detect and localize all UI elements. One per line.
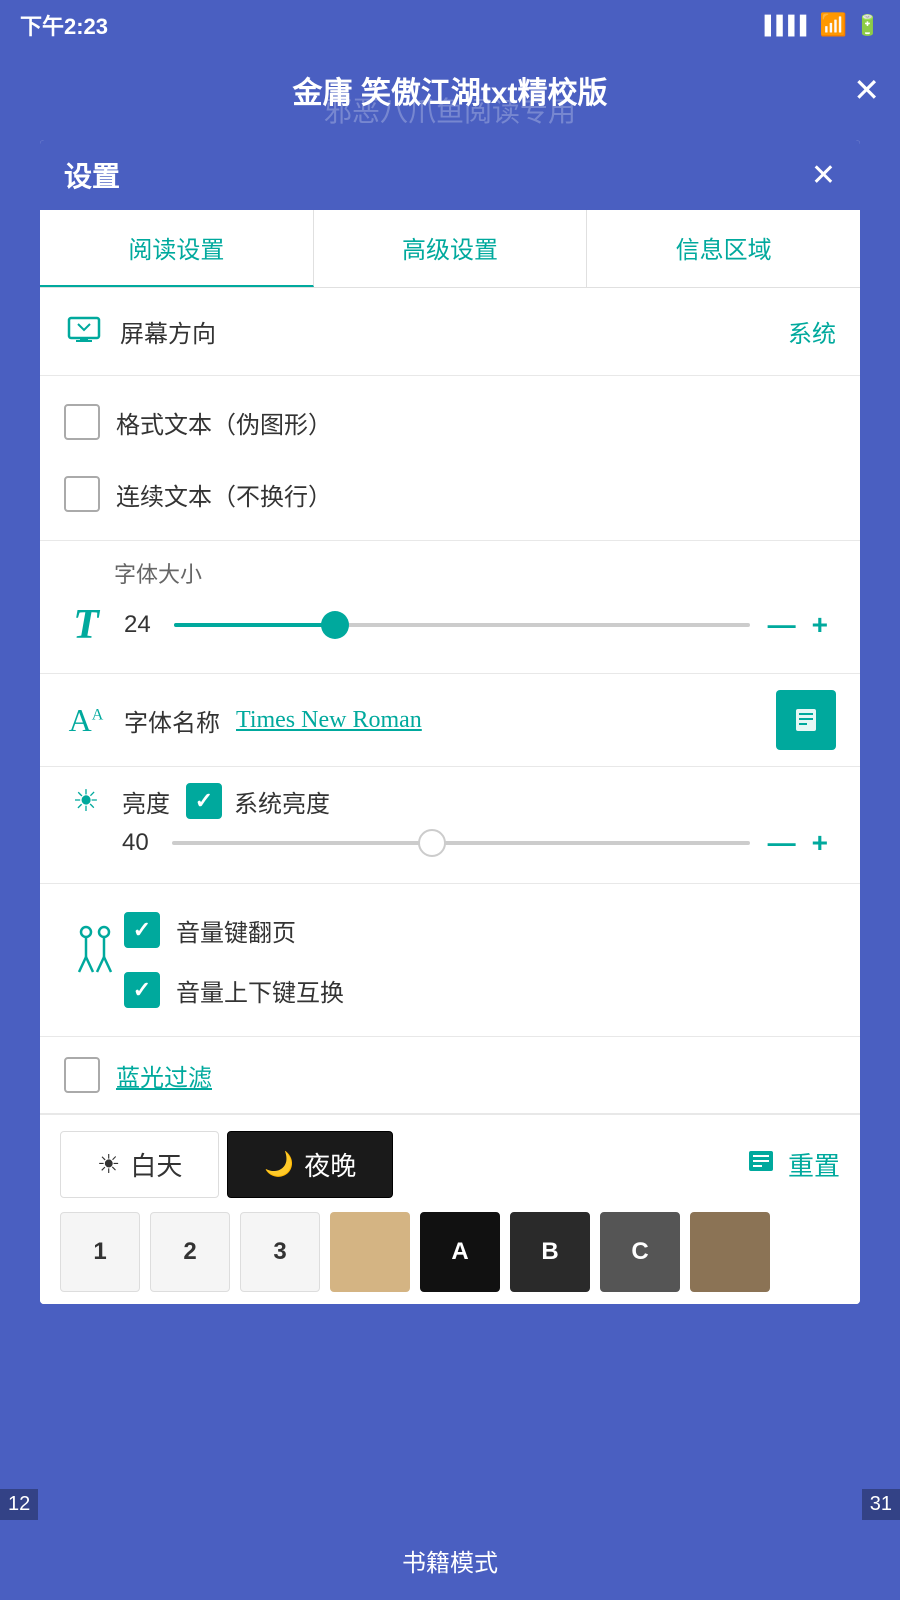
signal-icon: ▌▌▌▌ (765, 15, 812, 36)
theme-button-C[interactable]: C (600, 1212, 680, 1292)
brightness-slider-row: 40 — + (64, 827, 836, 859)
app-title: 金庸 笑傲江湖txt精校版 (293, 68, 608, 112)
brightness-top-row: ☀ 亮度 系统亮度 (64, 783, 836, 819)
theme-button-3[interactable]: 3 (240, 1212, 320, 1292)
blue-light-label[interactable]: 蓝光过滤 (116, 1058, 212, 1093)
settings-tabs: 阅读设置 高级设置 信息区域 (40, 210, 860, 288)
continuous-text-label: 连续文本（不换行） (116, 477, 332, 512)
screen-direction-value[interactable]: 系统 (788, 314, 836, 349)
volume-swap-label: 音量上下键互换 (176, 973, 344, 1008)
status-bar: 下午2:23 ▌▌▌▌ 📶 🔋 (0, 0, 900, 50)
blue-light-checkbox[interactable] (64, 1057, 100, 1093)
night-button[interactable]: 🌙 夜晚 (227, 1131, 393, 1198)
format-text-checkbox[interactable] (64, 404, 100, 440)
brightness-slider-thumb[interactable] (418, 829, 446, 857)
font-size-value: 24 (124, 611, 164, 639)
settings-title: 设置 (64, 155, 120, 195)
brightness-label: 亮度 (122, 784, 170, 819)
wifi-icon: 📶 (820, 12, 847, 38)
tab-advanced-settings[interactable]: 高级设置 (314, 210, 588, 287)
day-button[interactable]: ☀ 白天 (60, 1131, 219, 1198)
brightness-system-label: 系统亮度 (234, 784, 330, 819)
font-size-plus-button[interactable]: + (812, 609, 828, 641)
title-close-button[interactable]: ✕ (853, 71, 880, 109)
theme-row: 1 2 3 A B C (60, 1212, 840, 1292)
day-sun-icon: ☀ (97, 1149, 120, 1180)
page-number-left: 12 (0, 1489, 38, 1520)
font-name-section: AA 字体名称 Times New Roman (40, 674, 860, 767)
text-options-section: 格式文本（伪图形） 连续文本（不换行） (40, 376, 860, 541)
theme-button-4[interactable] (330, 1212, 410, 1292)
bottom-nav-label: 书籍模式 (402, 1543, 498, 1578)
status-icons: ▌▌▌▌ 📶 🔋 (765, 12, 880, 38)
tab-read-settings[interactable]: 阅读设置 (40, 210, 314, 287)
font-size-icon: T (64, 601, 108, 649)
tab-info-area[interactable]: 信息区域 (587, 210, 860, 287)
brightness-value: 40 (122, 829, 162, 857)
settings-header: 设置 ✕ (40, 140, 860, 210)
volume-section: 音量键翻页 音量上下键互换 (40, 884, 860, 1037)
font-size-slider-thumb[interactable] (321, 611, 349, 639)
format-text-row: 格式文本（伪图形） (40, 386, 860, 458)
font-size-row: T 24 — + (64, 601, 836, 649)
bottom-bar: ☀ 白天 🌙 夜晚 重置 (40, 1114, 860, 1304)
theme-button-A[interactable]: A (420, 1212, 500, 1292)
volume-options: 音量键翻页 音量上下键互换 (124, 900, 836, 1020)
theme-button-2[interactable]: 2 (150, 1212, 230, 1292)
settings-close-button[interactable]: ✕ (811, 158, 836, 193)
night-moon-icon: 🌙 (264, 1150, 294, 1179)
font-name-icon: AA (64, 702, 108, 739)
format-text-label: 格式文本（伪图形） (116, 405, 332, 440)
brightness-plus-button[interactable]: + (812, 827, 828, 859)
font-size-section-label: 字体大小 (114, 557, 836, 589)
settings-body: 屏幕方向 系统 格式文本（伪图形） 连续文本（不换行） 字体大小 T 24 (40, 288, 860, 1304)
font-size-section: 字体大小 T 24 — + (40, 541, 860, 674)
brightness-system-checkbox[interactable] (186, 783, 222, 819)
day-night-row: ☀ 白天 🌙 夜晚 重置 (60, 1131, 840, 1198)
reset-icon (744, 1144, 778, 1185)
font-file-button[interactable] (776, 690, 836, 750)
volume-icon-col (64, 900, 124, 1020)
reset-area: 重置 (744, 1144, 840, 1185)
page-number-right: 31 (862, 1489, 900, 1520)
font-size-slider-fill (174, 623, 335, 627)
volume-swap-row: 音量上下键互换 (124, 960, 836, 1020)
volume-flip-row: 音量键翻页 (124, 900, 836, 960)
blue-light-section: 蓝光过滤 (40, 1037, 860, 1114)
brightness-slider-track[interactable] (172, 841, 750, 845)
volume-swap-checkbox[interactable] (124, 972, 160, 1008)
settings-modal: 设置 ✕ 阅读设置 高级设置 信息区域 屏幕方向 系统 (40, 140, 860, 1304)
volume-flip-checkbox[interactable] (124, 912, 160, 948)
theme-button-1[interactable]: 1 (60, 1212, 140, 1292)
font-size-minus-button[interactable]: — (768, 609, 796, 641)
title-bar: 金庸 笑傲江湖txt精校版 ✕ (0, 50, 900, 130)
brightness-section: ☀ 亮度 系统亮度 40 — + (40, 767, 860, 884)
continuous-text-row: 连续文本（不换行） (40, 458, 860, 530)
font-name-value[interactable]: Times New Roman (236, 707, 776, 734)
volume-icon (74, 922, 114, 990)
reset-button[interactable]: 重置 (788, 1146, 840, 1183)
brightness-sun-icon-left: ☀ (64, 784, 108, 819)
volume-flip-label: 音量键翻页 (176, 913, 296, 948)
bottom-nav: 书籍模式 (0, 1520, 900, 1600)
screen-direction-icon (64, 310, 104, 353)
brightness-minus-button[interactable]: — (768, 827, 796, 859)
screen-direction-row: 屏幕方向 系统 (40, 288, 860, 376)
font-size-slider-track[interactable] (174, 623, 750, 627)
screen-direction-label: 屏幕方向 (120, 314, 788, 349)
font-name-label: 字体名称 (124, 703, 220, 738)
battery-icon: 🔋 (855, 13, 880, 38)
continuous-text-checkbox[interactable] (64, 476, 100, 512)
font-name-row: AA 字体名称 Times New Roman (64, 690, 836, 750)
theme-button-B[interactable]: B (510, 1212, 590, 1292)
theme-button-D[interactable] (690, 1212, 770, 1292)
time: 下午2:23 (20, 9, 108, 41)
